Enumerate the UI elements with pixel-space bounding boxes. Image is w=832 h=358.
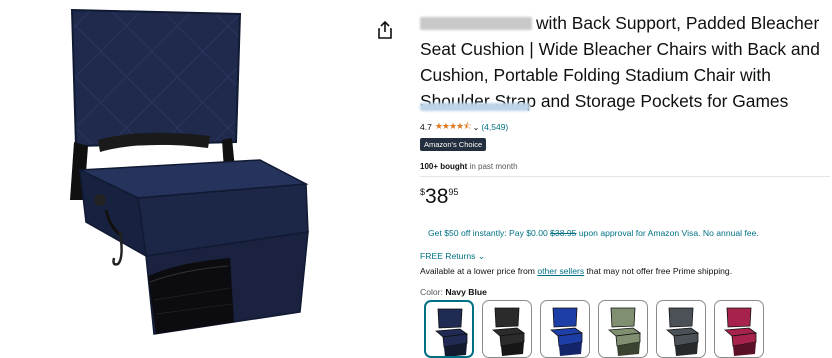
card-offer-link[interactable]: Get $50 off instantly: Pay $0.00 $38.95 … [428,228,759,238]
offer-text-after: upon approval for Amazon Visa. No annual… [576,228,759,238]
lower-price-after: that may not offer free Prime shipping. [584,266,733,276]
chevron-down-icon: ⌄ [477,251,486,261]
color-swatch[interactable] [714,300,764,358]
rating-value: 4.7 [420,122,432,132]
color-label: Color: [420,287,446,297]
chevron-down-icon[interactable]: ⌄ [473,123,480,132]
color-swatch[interactable] [540,300,590,358]
review-count-link[interactable]: (4,549) [481,122,508,132]
brand-name-redacted [420,17,532,30]
free-returns-label: FREE Returns [420,251,476,261]
bought-count: 100+ bought in past month [420,162,518,171]
other-sellers-link[interactable]: other sellers [537,266,584,276]
product-info: with Back Support, Padded Bleacher Seat … [420,0,832,358]
color-selected-value: Navy Blue [445,287,487,297]
color-swatch[interactable] [482,300,532,358]
store-link-redacted[interactable] [420,103,530,111]
color-selector-label: Color: Navy Blue [420,287,487,297]
price: $3895 [420,186,458,207]
divider [420,176,830,177]
free-returns-link[interactable]: FREE Returns ⌄ [420,251,485,262]
bought-count-bold: 100+ bought [420,162,468,171]
product-image[interactable] [50,0,340,353]
lower-price-notice: Available at a lower price from other se… [420,266,732,276]
offer-old-price: $38.95 [550,228,577,238]
star-icon[interactable]: ★★★★⯪ [435,119,472,135]
price-whole: 38 [425,185,449,208]
color-swatches [424,300,764,358]
rating-row: 4.7 ★★★★⯪ ⌄ (4,549) [420,121,508,133]
color-swatch[interactable] [656,300,706,358]
price-symbol: $ [420,187,426,197]
amazons-choice-badge: Amazon's Choice [420,138,487,151]
price-cents: 95 [448,187,459,197]
share-icon[interactable] [376,20,394,40]
product-title: with Back Support, Padded Bleacher Seat … [420,10,830,114]
color-swatch[interactable] [598,300,648,358]
bought-count-rest: in past month [467,162,518,171]
lower-price-before: Available at a lower price from [420,266,538,276]
offer-text-before: Get $50 off instantly: Pay $0.00 [428,228,551,238]
color-swatch[interactable] [424,300,474,358]
